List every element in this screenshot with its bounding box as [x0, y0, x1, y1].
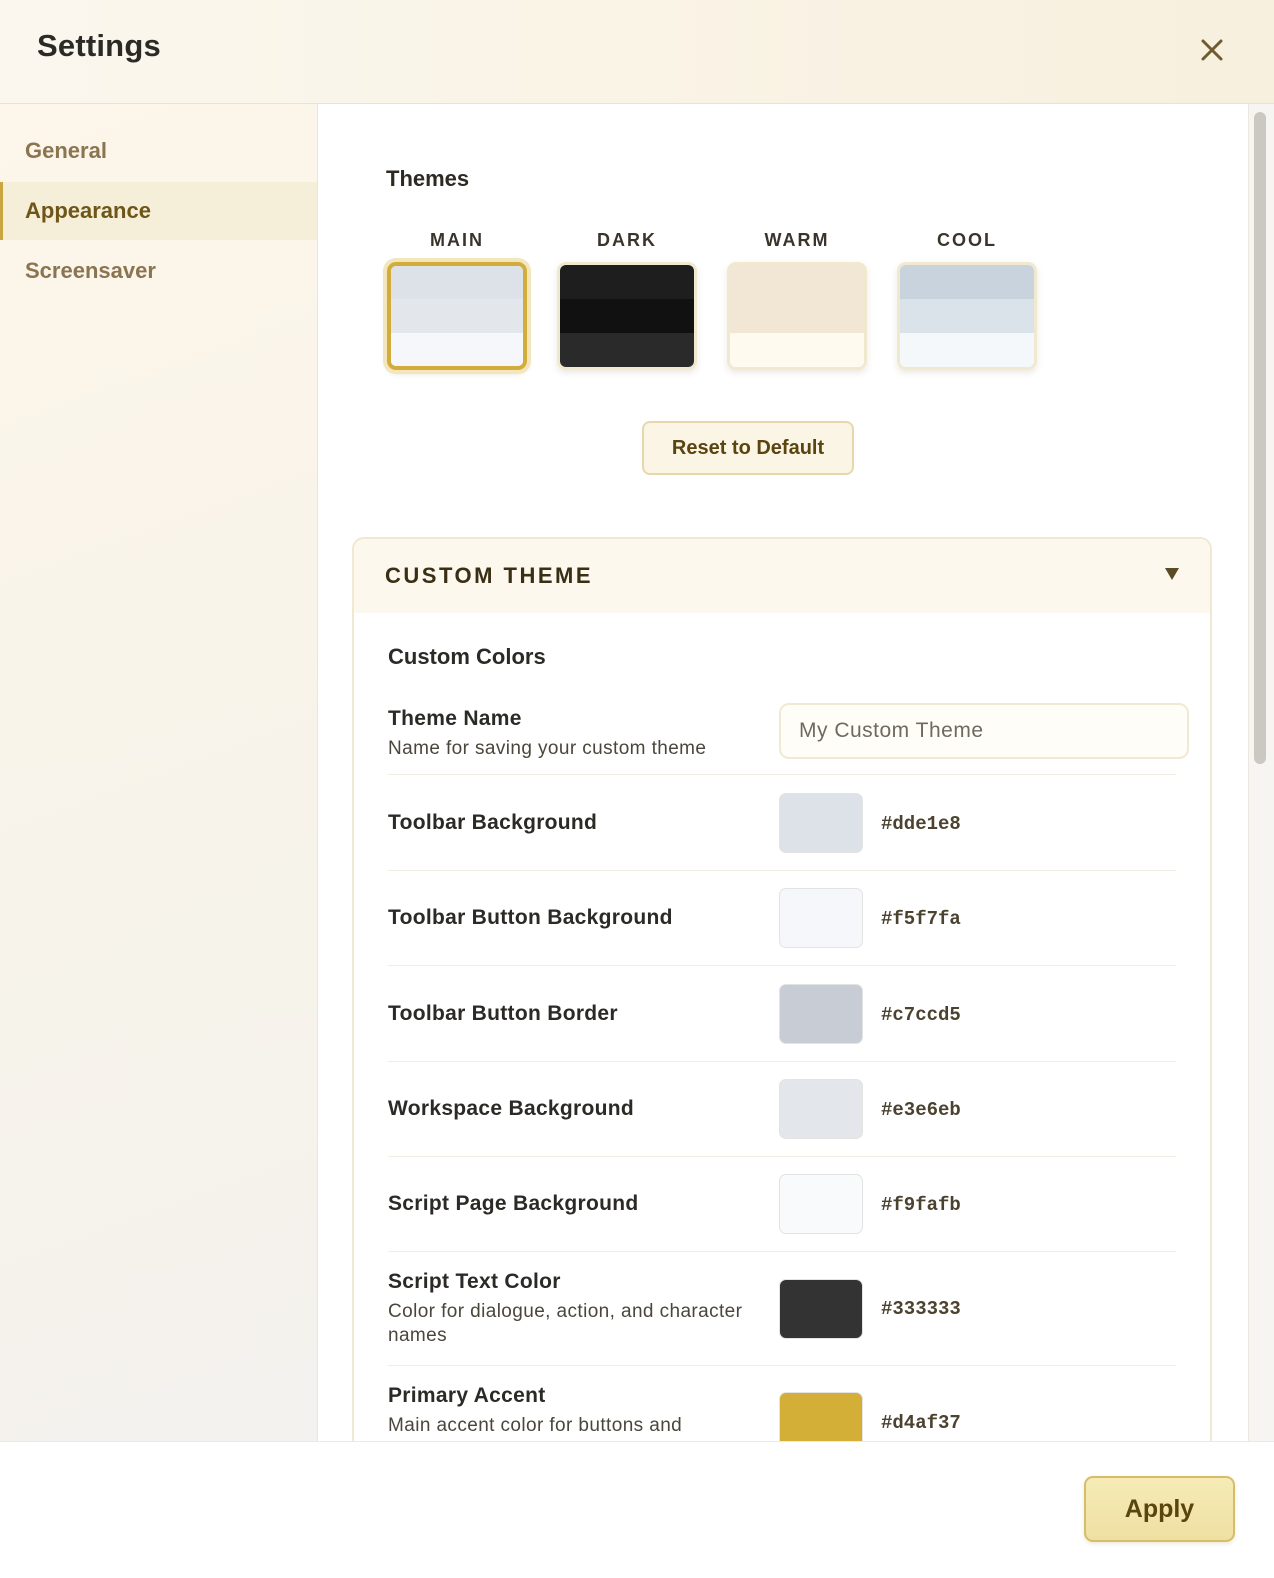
swatch-band	[900, 265, 1034, 299]
color-label: Workspace Background	[388, 1097, 635, 1120]
custom-theme-title: CUSTOM THEME	[385, 563, 594, 588]
theme-swatch-main[interactable]	[387, 262, 527, 370]
color-description: Main accent color for buttons and	[388, 1415, 683, 1436]
custom-theme-panel: CUSTOM THEME Custom Colors Theme Name Na…	[352, 537, 1212, 1441]
settings-content: Themes MAIN DARK WARM COOL Reset to Defa…	[318, 104, 1248, 1441]
color-row-script-page-background: Script Page Background #f9fafb	[388, 1157, 1176, 1252]
theme-swatch-dark[interactable]	[557, 262, 697, 370]
color-description: Color for dialogue, action, and characte…	[388, 1301, 743, 1346]
sidebar-item-appearance[interactable]: Appearance	[0, 182, 317, 240]
color-hex-value: #c7ccd5	[881, 1004, 961, 1026]
close-icon	[1201, 39, 1223, 61]
settings-footer: Apply	[0, 1441, 1274, 1578]
color-hex-value: #dde1e8	[881, 813, 961, 835]
theme-label-warm: WARM	[764, 230, 830, 250]
sidebar-item-label: General	[25, 138, 107, 163]
sidebar-item-general[interactable]: General	[0, 122, 317, 180]
swatch-band	[900, 299, 1034, 333]
swatch-band	[900, 333, 1034, 367]
color-hex-value: #e3e6eb	[881, 1099, 961, 1121]
sidebar-item-label: Appearance	[25, 198, 151, 223]
swatch-band	[391, 266, 523, 300]
theme-name-input[interactable]	[779, 703, 1189, 759]
color-row-toolbar-button-border: Toolbar Button Border #c7ccd5	[388, 966, 1176, 1062]
color-hex-value: #333333	[881, 1298, 961, 1320]
color-hex-value: #d4af37	[881, 1412, 961, 1434]
theme-name-label: Theme Name	[388, 707, 522, 730]
color-row-workspace-background: Workspace Background #e3e6eb	[388, 1062, 1176, 1157]
swatch-band	[730, 333, 864, 367]
swatch-band	[391, 299, 523, 333]
color-row-toolbar-background: Toolbar Background #dde1e8	[388, 775, 1176, 871]
color-label: Toolbar Background	[388, 811, 598, 834]
color-picker-chip[interactable]	[779, 1279, 863, 1339]
color-picker-chip[interactable]	[779, 793, 863, 853]
color-picker-chip[interactable]	[779, 1174, 863, 1234]
color-picker-chip[interactable]	[779, 1079, 863, 1139]
swatch-band	[730, 265, 864, 299]
custom-colors-title: Custom Colors	[388, 644, 546, 669]
sidebar: General Appearance Screensaver	[0, 104, 318, 1441]
reset-to-default-button[interactable]: Reset to Default	[642, 421, 854, 475]
color-hex-value: #f9fafb	[881, 1194, 961, 1216]
page-title: Settings	[37, 28, 161, 63]
color-picker-chip[interactable]	[779, 888, 863, 948]
swatch-band	[560, 333, 694, 367]
color-label: Script Page Background	[388, 1192, 639, 1215]
custom-theme-toggle[interactable]: CUSTOM THEME	[354, 539, 1210, 613]
swatch-band	[560, 265, 694, 299]
close-button[interactable]	[1192, 30, 1232, 70]
theme-swatch-cool[interactable]	[897, 262, 1037, 370]
scrollbar-thumb[interactable]	[1254, 112, 1266, 764]
theme-label-main: MAIN	[430, 230, 484, 250]
color-label: Script Text Color	[388, 1270, 561, 1293]
theme-label-dark: DARK	[597, 230, 657, 250]
color-row-primary-accent: Primary Accent Main accent color for but…	[388, 1366, 1176, 1441]
theme-name-row: Theme Name Name for saving your custom t…	[388, 703, 1189, 775]
sidebar-item-label: Screensaver	[25, 258, 156, 283]
swatch-band	[391, 332, 523, 366]
sidebar-item-screensaver[interactable]: Screensaver	[0, 242, 317, 300]
chevron-down-icon	[1165, 568, 1179, 580]
swatch-band	[730, 299, 864, 333]
color-label: Primary Accent	[388, 1384, 546, 1407]
color-picker-chip[interactable]	[779, 984, 863, 1044]
settings-header: Settings	[0, 0, 1274, 104]
apply-button[interactable]: Apply	[1084, 1476, 1235, 1542]
theme-name-description: Name for saving your custom theme	[388, 738, 707, 759]
color-hex-value: #f5f7fa	[881, 908, 961, 930]
swatch-band	[560, 299, 694, 333]
theme-label-cool: COOL	[937, 230, 997, 250]
color-row-toolbar-button-background: Toolbar Button Background #f5f7fa	[388, 871, 1176, 966]
color-label: Toolbar Button Border	[388, 1002, 618, 1025]
themes-title: Themes	[386, 166, 470, 191]
color-row-script-text-color: Script Text Color Color for dialogue, ac…	[388, 1252, 1176, 1366]
theme-swatch-warm[interactable]	[727, 262, 867, 370]
color-picker-chip[interactable]	[779, 1392, 863, 1441]
color-label: Toolbar Button Background	[388, 906, 673, 929]
